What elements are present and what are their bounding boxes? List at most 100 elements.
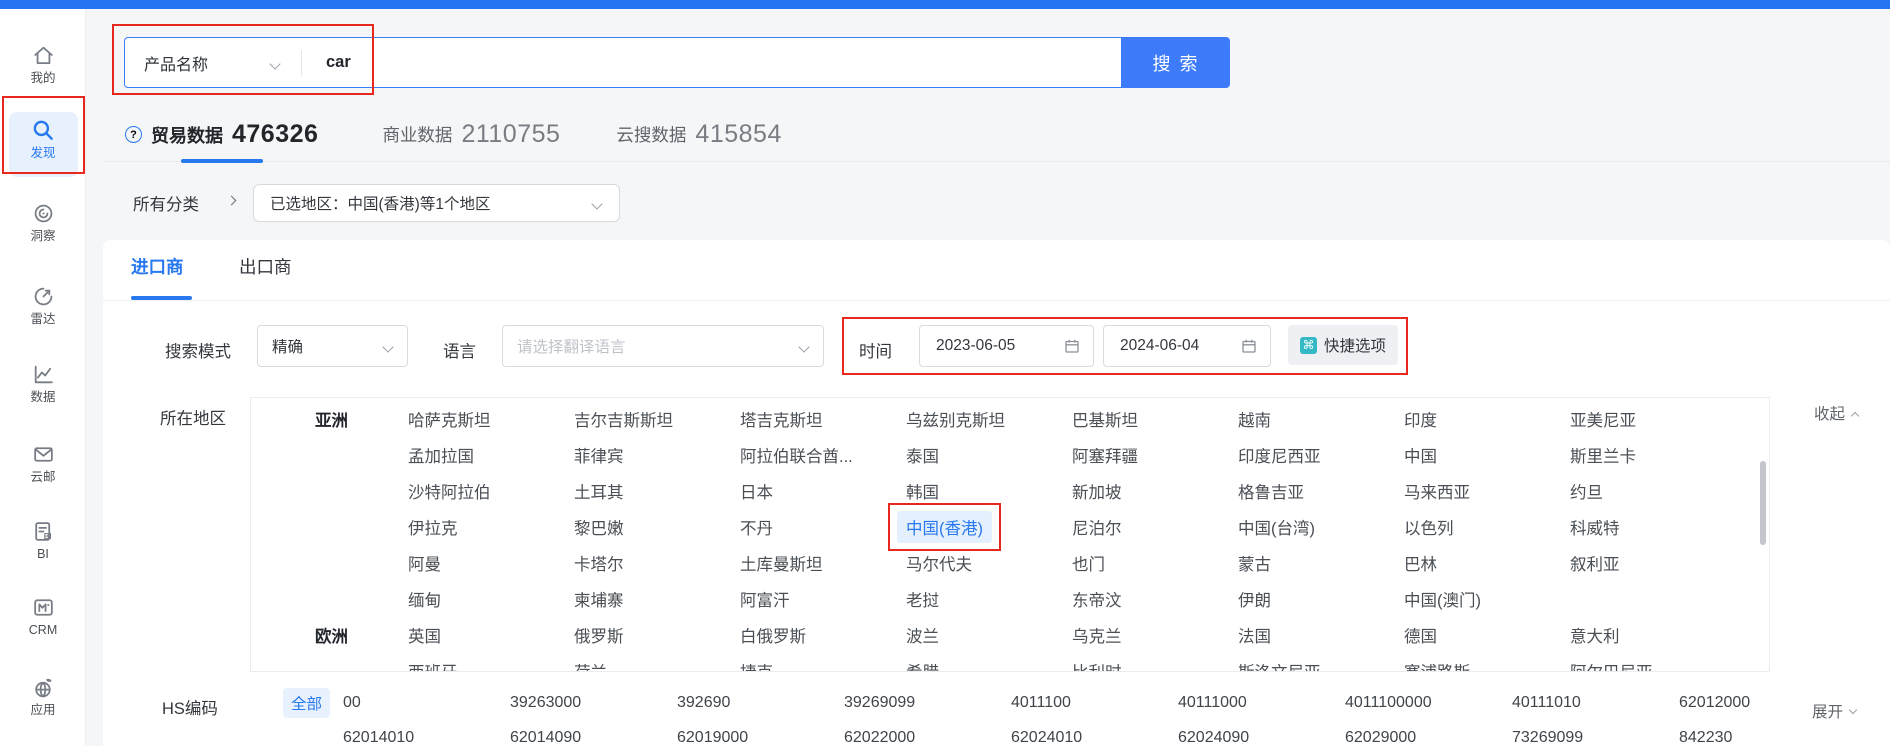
region-option[interactable]: 印度 bbox=[1404, 407, 1566, 431]
sidebar-item-home[interactable]: 我的 bbox=[0, 43, 86, 86]
region-option[interactable]: 比利时 bbox=[1072, 659, 1234, 672]
hs-code-option[interactable]: 842230 bbox=[1679, 729, 1841, 746]
region-option[interactable]: 日本 bbox=[740, 479, 902, 503]
quick-options-button[interactable]: ⌘ 快捷选项 bbox=[1288, 325, 1398, 365]
sidebar-item-insight[interactable]: 洞察 bbox=[0, 201, 86, 244]
region-option[interactable]: 白俄罗斯 bbox=[740, 623, 902, 647]
data-tab-business[interactable]: 商业数据2110755 bbox=[382, 108, 560, 161]
region-option[interactable]: 中国(香港) bbox=[906, 515, 1068, 539]
region-option[interactable]: 叙利亚 bbox=[1570, 551, 1732, 575]
region-option[interactable]: 马尔代夫 bbox=[906, 551, 1068, 575]
region-option[interactable]: 印度尼西亚 bbox=[1238, 443, 1400, 467]
region-option[interactable]: 阿富汗 bbox=[740, 587, 902, 611]
search-button[interactable]: 搜 索 bbox=[1122, 37, 1230, 88]
region-filter-dropdown[interactable]: 已选地区：中国(香港)等1个地区 bbox=[253, 184, 620, 222]
region-option[interactable]: 希腊 bbox=[906, 659, 1068, 672]
hs-code-option[interactable]: 4011100 bbox=[1011, 694, 1173, 712]
search-mode-select[interactable]: 精确 bbox=[257, 325, 408, 367]
region-option[interactable]: 乌兹别克斯坦 bbox=[906, 407, 1068, 431]
region-option[interactable]: 中国 bbox=[1404, 443, 1566, 467]
hs-code-option[interactable]: 62014090 bbox=[510, 729, 672, 746]
region-option[interactable]: 塔吉克斯坦 bbox=[740, 407, 902, 431]
region-option[interactable]: 泰国 bbox=[906, 443, 1068, 467]
region-option[interactable]: 不丹 bbox=[740, 515, 902, 539]
hs-code-option[interactable]: 62024010 bbox=[1011, 729, 1173, 746]
region-option[interactable]: 荷兰 bbox=[574, 659, 736, 672]
hs-all-badge[interactable]: 全部 bbox=[283, 688, 330, 718]
sidebar-item-bi[interactable]: BIBI bbox=[0, 519, 86, 562]
collapse-link[interactable]: 收起 bbox=[1814, 402, 1858, 424]
hs-code-option[interactable]: 62022000 bbox=[844, 729, 1006, 746]
region-option[interactable]: 德国 bbox=[1404, 623, 1566, 647]
hs-code-option[interactable]: 392690 bbox=[677, 694, 839, 712]
region-option[interactable]: 马来西亚 bbox=[1404, 479, 1566, 503]
hs-code-option[interactable]: 62029000 bbox=[1345, 729, 1507, 746]
region-option[interactable]: 阿尔巴尼亚 bbox=[1570, 659, 1732, 672]
expand-link[interactable]: 展开 bbox=[1812, 700, 1856, 722]
sidebar-item-discover[interactable]: 发现 bbox=[0, 117, 86, 161]
region-option[interactable]: 捷克 bbox=[740, 659, 902, 672]
region-option[interactable]: 巴基斯坦 bbox=[1072, 407, 1234, 431]
region-option[interactable]: 中国(澳门) bbox=[1404, 587, 1566, 611]
region-option[interactable]: 黎巴嫩 bbox=[574, 515, 736, 539]
tab-exporter[interactable]: 出口商 bbox=[239, 254, 292, 279]
region-option[interactable]: 土库曼斯坦 bbox=[740, 551, 902, 575]
region-option[interactable]: 伊拉克 bbox=[408, 515, 570, 539]
region-option[interactable]: 英国 bbox=[408, 623, 570, 647]
region-option[interactable]: 孟加拉国 bbox=[408, 443, 570, 467]
hs-code-option[interactable]: 40111010 bbox=[1512, 694, 1674, 712]
hs-code-option[interactable]: 62024090 bbox=[1178, 729, 1340, 746]
region-option[interactable]: 法国 bbox=[1238, 623, 1400, 647]
all-categories-label[interactable]: 所有分类 bbox=[133, 191, 199, 215]
region-option[interactable]: 约旦 bbox=[1570, 479, 1732, 503]
region-option[interactable]: 波兰 bbox=[906, 623, 1068, 647]
hs-code-option[interactable]: 62014010 bbox=[343, 729, 505, 746]
help-icon[interactable]: ? bbox=[125, 126, 142, 143]
region-option[interactable]: 巴林 bbox=[1404, 551, 1566, 575]
region-option[interactable]: 亚美尼亚 bbox=[1570, 407, 1732, 431]
hs-code-option[interactable]: 62019000 bbox=[677, 729, 839, 746]
region-option-selected[interactable]: 中国(香港) bbox=[897, 511, 992, 543]
search-input[interactable]: car bbox=[326, 53, 351, 72]
region-option[interactable]: 阿塞拜疆 bbox=[1072, 443, 1234, 467]
region-option[interactable]: 新加坡 bbox=[1072, 479, 1234, 503]
sidebar-item-apps[interactable]: 应用 bbox=[0, 675, 86, 718]
region-option[interactable]: 缅甸 bbox=[408, 587, 570, 611]
end-date-input[interactable]: 2024-06-04 bbox=[1103, 325, 1271, 367]
hs-code-option[interactable]: 39263000 bbox=[510, 694, 672, 712]
region-option[interactable]: 东帝汶 bbox=[1072, 587, 1234, 611]
region-option[interactable]: 柬埔寨 bbox=[574, 587, 736, 611]
region-option[interactable]: 韩国 bbox=[906, 479, 1068, 503]
region-option[interactable]: 阿曼 bbox=[408, 551, 570, 575]
region-option[interactable]: 吉尔吉斯斯坦 bbox=[574, 407, 736, 431]
region-option[interactable]: 哈萨克斯坦 bbox=[408, 407, 570, 431]
region-option[interactable]: 卡塔尔 bbox=[574, 551, 736, 575]
region-option[interactable]: 尼泊尔 bbox=[1072, 515, 1234, 539]
region-option[interactable]: 乌克兰 bbox=[1072, 623, 1234, 647]
region-option[interactable]: 塞浦路斯 bbox=[1404, 659, 1566, 672]
data-tab-cloud[interactable]: 云搜数据415854 bbox=[616, 108, 781, 161]
region-option[interactable]: 意大利 bbox=[1570, 623, 1732, 647]
region-option[interactable]: 中国(台湾) bbox=[1238, 515, 1400, 539]
language-select[interactable]: 请选择翻译语言 bbox=[502, 325, 824, 367]
hs-code-option[interactable]: 40111000 bbox=[1178, 694, 1340, 712]
region-option[interactable]: 以色列 bbox=[1404, 515, 1566, 539]
sidebar-item-radar[interactable]: 雷达 bbox=[0, 284, 86, 327]
region-option[interactable]: 伊朗 bbox=[1238, 587, 1400, 611]
region-option[interactable]: 西班牙 bbox=[408, 659, 570, 672]
start-date-input[interactable]: 2023-06-05 bbox=[919, 325, 1094, 367]
hs-code-option[interactable]: 00 bbox=[343, 694, 505, 712]
data-tab-trade[interactable]: ?贸易数据476326 bbox=[125, 108, 318, 161]
sidebar-item-crm[interactable]: CRM bbox=[0, 595, 86, 638]
region-option[interactable]: 也门 bbox=[1072, 551, 1234, 575]
sidebar-item-data[interactable]: 数据 bbox=[0, 362, 86, 405]
tab-importer[interactable]: 进口商 bbox=[131, 254, 184, 279]
search-category-dropdown[interactable]: 产品名称 bbox=[125, 38, 301, 87]
region-option[interactable]: 斯洛文尼亚 bbox=[1238, 659, 1400, 672]
hs-code-option[interactable]: 39269099 bbox=[844, 694, 1006, 712]
region-option[interactable]: 斯里兰卡 bbox=[1570, 443, 1732, 467]
region-option[interactable]: 沙特阿拉伯 bbox=[408, 479, 570, 503]
region-option[interactable]: 老挝 bbox=[906, 587, 1068, 611]
region-option[interactable]: 俄罗斯 bbox=[574, 623, 736, 647]
region-option[interactable]: 阿拉伯联合酋... bbox=[740, 443, 902, 467]
